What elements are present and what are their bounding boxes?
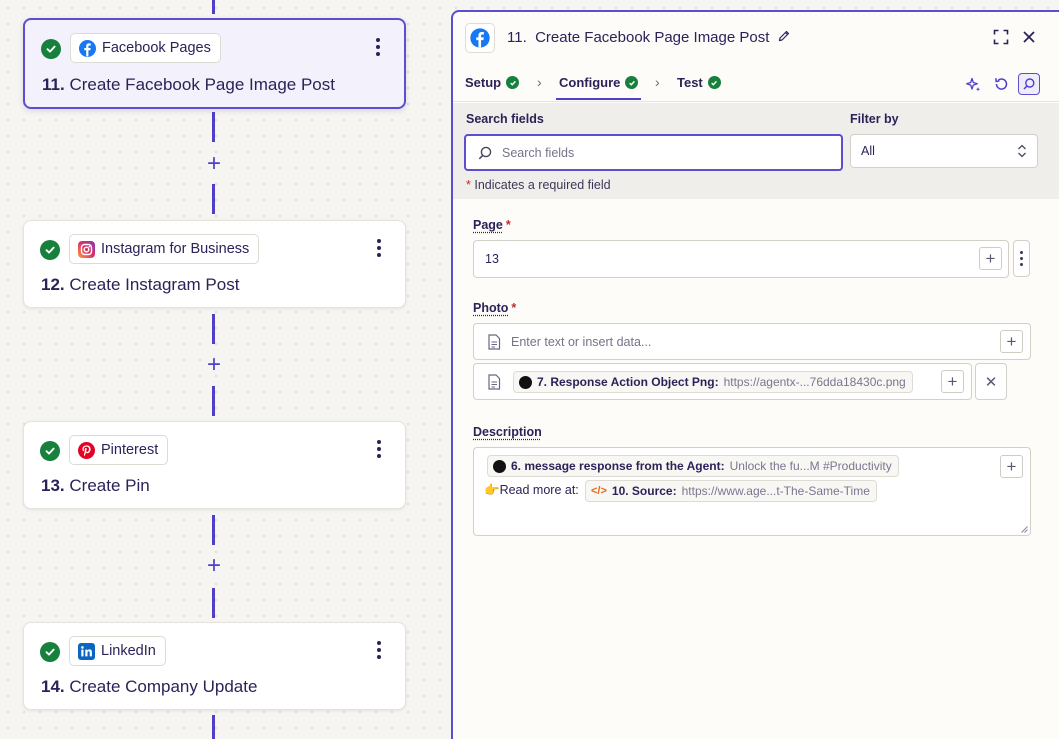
tab-test[interactable]: Test [677, 75, 721, 90]
instagram-icon [78, 240, 95, 258]
pointing-hand-icon: 👉 [484, 483, 500, 497]
field-options-icon[interactable] [1013, 240, 1030, 277]
check-circle-icon [41, 39, 61, 59]
connector-line [212, 386, 215, 416]
step-card-pinterest[interactable]: Pinterest 13. Create Pin [23, 421, 406, 509]
photo-mapped-value[interactable]: 7. Response Action Object Png: https://a… [473, 363, 972, 400]
tab-setup[interactable]: Setup [465, 75, 520, 90]
more-options-icon[interactable] [371, 639, 387, 661]
page-field[interactable]: 13 + [473, 240, 1009, 278]
step-card-linkedin[interactable]: LinkedIn 14. Create Company Update [23, 622, 406, 710]
more-options-icon[interactable] [371, 438, 387, 460]
step-title: 12. Create Instagram Post [41, 275, 240, 294]
step-title: 14. Create Company Update [41, 677, 258, 696]
search-fields-label: Search fields [466, 112, 544, 126]
chevron-right-icon: › [537, 74, 542, 90]
connector-line [212, 112, 215, 142]
connector-line [212, 588, 215, 618]
app-name: Instagram for Business [101, 241, 250, 257]
page-value: 13 [485, 252, 499, 266]
more-options-icon[interactable] [370, 36, 386, 58]
description-textarea[interactable]: 6. message response from the Agent: Unlo… [473, 447, 1031, 536]
search-icon [478, 146, 492, 159]
check-circle-icon [625, 76, 639, 89]
insert-data-button[interactable]: + [1000, 330, 1023, 353]
resize-handle-icon[interactable] [1021, 526, 1028, 533]
insert-data-button[interactable]: + [979, 247, 1002, 270]
description-field-label: Description [473, 425, 542, 439]
add-step-button[interactable]: + [204, 353, 224, 377]
filter-select[interactable]: All [850, 134, 1038, 168]
check-circle-icon [40, 240, 60, 260]
remove-value-button[interactable]: ✕ [975, 363, 1007, 400]
step-title: 13. Create Pin [41, 476, 150, 495]
add-step-button[interactable]: + [204, 152, 224, 176]
document-icon [488, 334, 501, 350]
pencil-icon[interactable] [777, 29, 791, 47]
check-circle-icon [40, 642, 60, 662]
connector-line [212, 0, 215, 14]
code-icon: </> [591, 485, 607, 497]
connector-line [212, 184, 215, 214]
insert-data-button[interactable]: + [1000, 455, 1023, 478]
panel-header: 11. Create Facebook Page Image Post [453, 12, 1059, 62]
filter-by-label: Filter by [850, 112, 899, 126]
more-options-icon[interactable] [371, 237, 387, 259]
required-note: * Indicates a required field [466, 178, 611, 192]
tab-configure[interactable]: Configure [555, 75, 642, 100]
app-name: Facebook Pages [102, 40, 211, 56]
step-card-facebook[interactable]: Facebook Pages 11. Create Facebook Page … [23, 18, 406, 109]
step-card-instagram[interactable]: Instagram for Business 12. Create Instag… [23, 220, 406, 308]
pinterest-icon [78, 441, 95, 459]
search-input[interactable]: Search fields [464, 134, 843, 171]
step-editor-panel: 11. Create Facebook Page Image Post Setu… [451, 10, 1059, 739]
app-chip: Pinterest [69, 435, 169, 465]
data-pill-source[interactable]: </> 10. Source: https://www.age...t-The-… [585, 480, 877, 502]
data-pill-message[interactable]: 6. message response from the Agent: Unlo… [487, 455, 899, 477]
app-name: LinkedIn [101, 643, 156, 659]
read-more-line: 👉Read more at: [484, 483, 579, 497]
search-fields-toggle-icon[interactable] [1018, 73, 1040, 95]
app-name: Pinterest [101, 442, 159, 458]
search-fields-section: Search fields Filter by Search fields Al… [453, 103, 1059, 199]
photo-placeholder: Enter text or insert data... [511, 335, 652, 349]
expand-icon[interactable] [991, 27, 1011, 47]
sort-arrows-icon [1018, 144, 1026, 158]
connector-line [212, 515, 215, 545]
check-circle-icon [40, 441, 60, 461]
facebook-icon [465, 23, 495, 53]
ai-sparkle-icon[interactable] [962, 73, 984, 95]
facebook-icon [79, 39, 96, 57]
data-pill-photo[interactable]: 7. Response Action Object Png: https://a… [513, 371, 913, 393]
document-icon [488, 374, 501, 390]
panel-title: 11. Create Facebook Page Image Post [507, 29, 791, 47]
connector-line [212, 314, 215, 344]
check-circle-icon [707, 76, 721, 89]
add-step-button[interactable]: + [204, 554, 224, 578]
linkedin-icon [78, 642, 95, 660]
step-title: 11. Create Facebook Page Image Post [42, 75, 335, 94]
chevron-right-icon: › [655, 74, 660, 90]
insert-data-button[interactable]: + [941, 370, 964, 393]
search-placeholder: Search fields [502, 145, 575, 160]
undo-icon[interactable] [990, 73, 1012, 95]
page-field-label: Page * [473, 218, 511, 232]
app-chip: LinkedIn [69, 636, 166, 666]
agent-app-icon [493, 459, 506, 473]
filter-value: All [861, 144, 875, 158]
connector-line [212, 715, 215, 739]
close-icon[interactable] [1019, 27, 1039, 47]
agent-app-icon [519, 375, 532, 389]
app-chip: Facebook Pages [70, 33, 221, 63]
photo-input[interactable]: Enter text or insert data... + [473, 323, 1031, 360]
check-circle-icon [506, 76, 520, 89]
photo-field-label: Photo * [473, 301, 517, 315]
app-chip: Instagram for Business [69, 234, 260, 264]
